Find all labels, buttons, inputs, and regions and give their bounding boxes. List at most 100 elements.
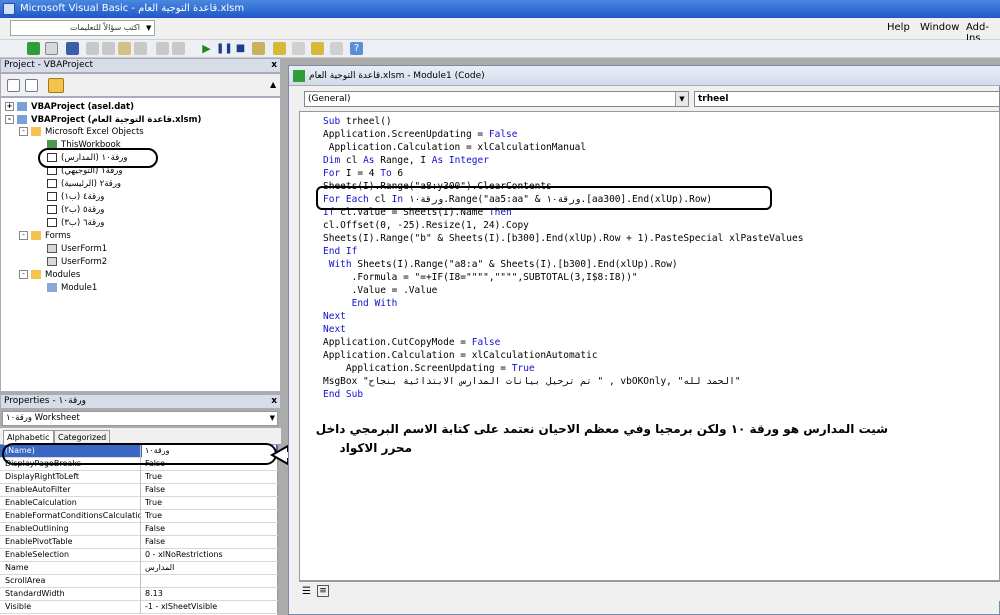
property-row[interactable]: DisplayRightToLeft True bbox=[0, 471, 278, 484]
code-line[interactable]: End Sub bbox=[323, 388, 363, 401]
property-row[interactable]: DisplayPageBreaks False bbox=[0, 458, 278, 471]
property-row[interactable]: EnableAutoFilter False bbox=[0, 484, 278, 497]
cut-icon[interactable] bbox=[86, 42, 99, 55]
property-value[interactable]: -1 - xlSheetVisible bbox=[142, 601, 276, 614]
procedure-select[interactable]: trheel bbox=[694, 91, 1000, 107]
toggle-folders-icon[interactable] bbox=[48, 78, 64, 93]
property-value[interactable]: True bbox=[142, 497, 276, 510]
property-row[interactable]: EnableSelection 0 - xlNoRestrictions bbox=[0, 549, 278, 562]
run-icon[interactable]: ▶ bbox=[200, 42, 213, 55]
code-line[interactable]: Application.ScreenUpdating = False bbox=[323, 128, 517, 141]
collapse-icon[interactable]: - bbox=[5, 115, 14, 124]
property-value[interactable]: False bbox=[142, 484, 276, 497]
property-row[interactable]: EnableOutlining False bbox=[0, 523, 278, 536]
tree-item[interactable]: ورقة١ (التوجيهي) bbox=[47, 165, 123, 177]
collapse-icon[interactable]: - bbox=[19, 127, 28, 136]
scroll-arrow-icon[interactable]: ▲ bbox=[270, 80, 276, 89]
code-line[interactable]: cl.Offset(0, -25).Resize(1, 24).Copy bbox=[323, 219, 529, 232]
tree-item[interactable]: - Microsoft Excel Objects bbox=[19, 126, 144, 138]
insert-module-icon[interactable] bbox=[45, 42, 58, 55]
property-row[interactable]: ScrollArea bbox=[0, 575, 278, 588]
expand-icon[interactable]: + bbox=[5, 102, 14, 111]
close-icon[interactable]: x bbox=[271, 59, 277, 72]
code-line[interactable]: Sheets(I).Range("b" & Sheets(I).[b300].E… bbox=[323, 232, 803, 245]
view-excel-icon[interactable] bbox=[27, 42, 40, 55]
break-icon[interactable]: ❚❚ bbox=[216, 42, 233, 55]
code-line[interactable]: End If bbox=[323, 245, 357, 258]
paste-icon[interactable] bbox=[118, 42, 131, 55]
collapse-icon[interactable]: - bbox=[19, 270, 28, 279]
save-icon[interactable] bbox=[66, 42, 79, 55]
code-line[interactable]: .Formula = "=+IF(I8="""","""",SUBTOTAL(3… bbox=[323, 271, 638, 284]
property-row[interactable]: EnablePivotTable False bbox=[0, 536, 278, 549]
reset-icon[interactable]: ■ bbox=[234, 42, 247, 55]
collapse-icon[interactable]: - bbox=[19, 231, 28, 240]
property-row[interactable]: StandardWidth 8.13 bbox=[0, 588, 278, 601]
code-line[interactable]: Next bbox=[323, 323, 346, 336]
code-line[interactable]: End With bbox=[323, 297, 398, 310]
view-code-icon[interactable] bbox=[7, 79, 20, 92]
code-line[interactable]: Sub trheel() bbox=[323, 115, 392, 128]
property-value[interactable]: False bbox=[142, 536, 276, 549]
code-line[interactable]: Application.CutCopyMode = False bbox=[323, 336, 500, 349]
project-explorer-icon[interactable] bbox=[273, 42, 286, 55]
tree-item[interactable]: ورقة٦ (ب٣) bbox=[47, 217, 104, 229]
code-line[interactable]: MsgBox "تم ترحيل بيانات المدارس الابتدائ… bbox=[323, 375, 741, 388]
copy-icon[interactable] bbox=[102, 42, 115, 55]
full-module-view-icon[interactable]: ≡ bbox=[317, 585, 329, 597]
chevron-down-icon[interactable]: ▼ bbox=[270, 412, 275, 425]
tree-item[interactable]: + VBAProject (asel.dat) bbox=[5, 101, 134, 113]
tree-item[interactable]: ورقة٥ (ب٢) bbox=[47, 204, 104, 216]
view-object-icon[interactable] bbox=[25, 79, 38, 92]
property-value[interactable]: True bbox=[142, 510, 276, 523]
property-value-input[interactable]: ورقة١٠ bbox=[142, 445, 276, 458]
tree-item[interactable]: ورقة٤ (ب١) bbox=[47, 191, 104, 203]
property-value[interactable]: False bbox=[142, 523, 276, 536]
undo-icon[interactable] bbox=[156, 42, 169, 55]
object-select[interactable]: (General) ▼ bbox=[304, 91, 689, 107]
tree-item[interactable]: ThisWorkbook bbox=[47, 139, 121, 151]
code-line[interactable]: .Value = .Value bbox=[323, 284, 438, 297]
code-line[interactable]: Sheets(I).Range("a8:y300").ClearContents bbox=[323, 180, 552, 193]
help-icon[interactable]: ? bbox=[350, 42, 363, 55]
code-line[interactable]: Application.Calculation = xlCalculationA… bbox=[323, 349, 598, 362]
code-editor[interactable]: Sub trheel() Application.ScreenUpdating =… bbox=[299, 111, 1000, 581]
tree-item[interactable]: Module1 bbox=[47, 282, 97, 294]
procedure-view-icon[interactable]: ☰ bbox=[302, 586, 311, 597]
tree-item[interactable]: UserForm2 bbox=[47, 256, 107, 268]
property-row[interactable]: EnableCalculation True bbox=[0, 497, 278, 510]
tree-item[interactable]: ورقة٢ (الرئيسية) bbox=[47, 178, 121, 190]
chevron-down-icon[interactable]: ▼ bbox=[675, 92, 688, 106]
tree-item[interactable]: - VBAProject (قاعدة التوجية العام.xlsm) bbox=[5, 114, 201, 126]
redo-icon[interactable] bbox=[172, 42, 185, 55]
property-value[interactable]: 0 - xlNoRestrictions bbox=[142, 549, 276, 562]
tab-categorized[interactable]: Categorized bbox=[54, 430, 111, 445]
menu-help[interactable]: Help bbox=[887, 22, 910, 33]
property-value[interactable] bbox=[142, 575, 276, 588]
tree-item-selected-sheet[interactable]: ورقة١٠ (المدارس) bbox=[47, 152, 128, 164]
help-search-input[interactable]: اكتب سؤالاً للتعليمات bbox=[10, 20, 155, 36]
code-line[interactable]: Next bbox=[323, 310, 346, 323]
chevron-down-icon[interactable]: ▼ bbox=[146, 24, 151, 32]
toolbox-icon[interactable] bbox=[330, 42, 343, 55]
property-row[interactable]: Name المدارس bbox=[0, 562, 278, 575]
property-row-selected[interactable]: (Name) ورقة١٠ bbox=[0, 445, 278, 458]
code-line[interactable]: Application.ScreenUpdating = True bbox=[323, 362, 535, 375]
close-icon[interactable]: x bbox=[271, 395, 277, 408]
tree-item[interactable]: - Modules bbox=[19, 269, 80, 281]
property-value[interactable]: True bbox=[142, 471, 276, 484]
property-row[interactable]: Visible -1 - xlSheetVisible bbox=[0, 601, 278, 614]
property-value[interactable]: 8.13 bbox=[142, 588, 276, 601]
tree-item[interactable]: UserForm1 bbox=[47, 243, 107, 255]
tab-alphabetic[interactable]: Alphabetic bbox=[3, 430, 54, 445]
property-value[interactable]: False bbox=[142, 458, 276, 471]
code-line[interactable]: With Sheets(I).Range("a8:a" & Sheets(I).… bbox=[323, 258, 678, 271]
code-line[interactable]: For Each cl In ورقة١٠.Range("aa5:aa" & و… bbox=[323, 193, 712, 206]
design-mode-icon[interactable] bbox=[252, 42, 265, 55]
find-icon[interactable] bbox=[134, 42, 147, 55]
properties-object-select[interactable]: ورقة١٠ Worksheet ▼ bbox=[2, 411, 278, 426]
tree-item[interactable]: - Forms bbox=[19, 230, 71, 242]
menu-window[interactable]: Window bbox=[920, 22, 959, 33]
code-line[interactable]: Dim cl As Range, I As Integer bbox=[323, 154, 489, 167]
property-value[interactable]: المدارس bbox=[142, 562, 276, 575]
